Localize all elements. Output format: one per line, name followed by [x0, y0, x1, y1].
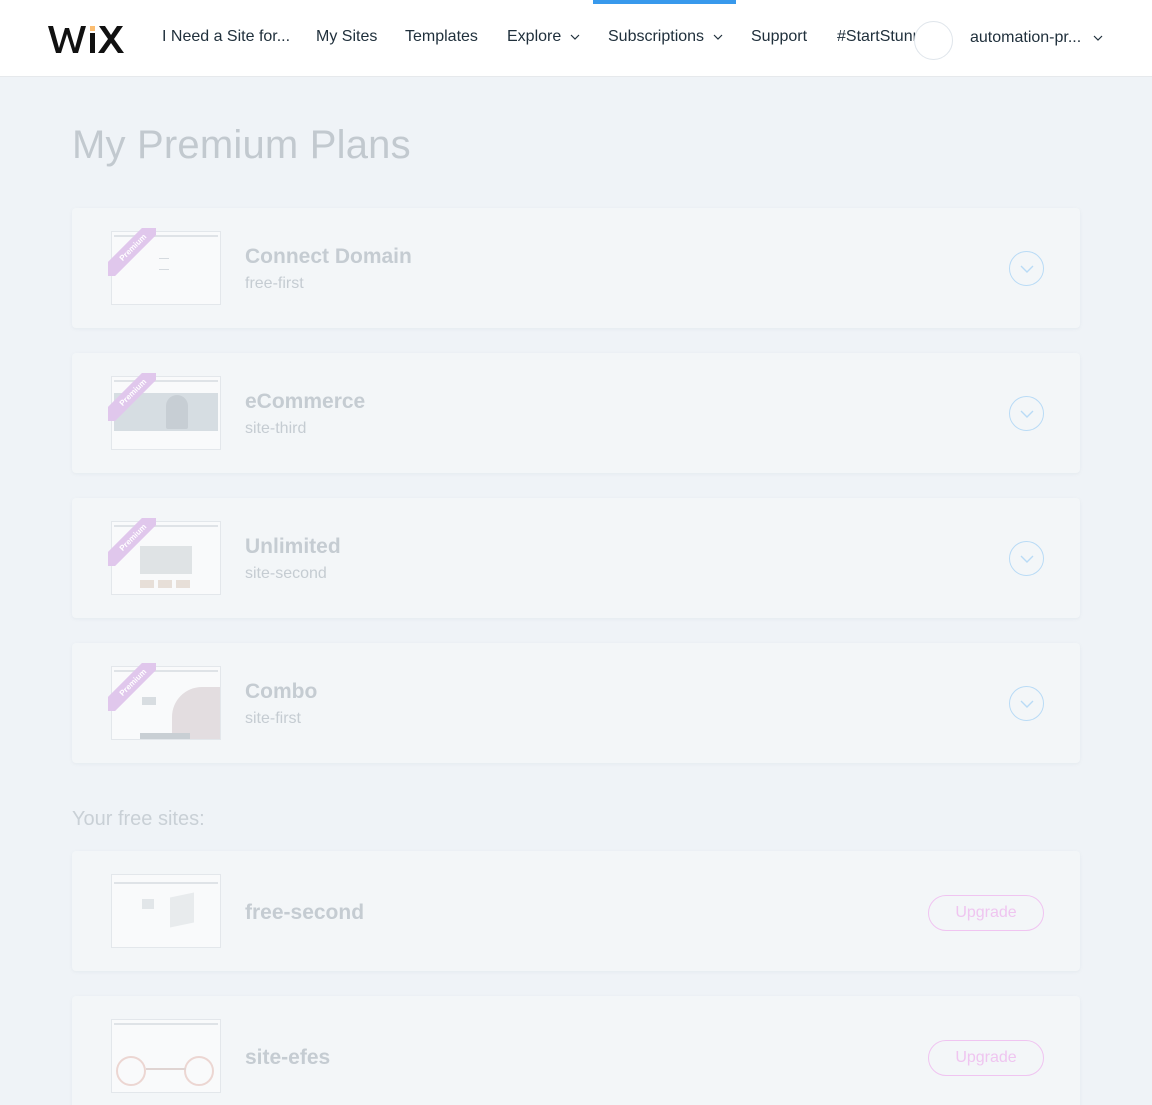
- chevron-down-icon: [570, 34, 580, 40]
- site-name: site-third: [245, 420, 307, 437]
- site-thumbnail: [111, 1019, 221, 1093]
- active-tab-indicator: [593, 0, 736, 4]
- chevron-down-icon: [1020, 410, 1034, 418]
- nav-item-label: Support: [751, 28, 808, 45]
- plan-name: eCommerce: [245, 390, 366, 413]
- premium-plan-card: Premium Connect Domain free-first: [72, 208, 1080, 328]
- nav-item-label: Templates: [405, 28, 478, 45]
- plan-name: Unlimited: [245, 535, 341, 558]
- upgrade-button[interactable]: Upgrade: [928, 895, 1044, 931]
- expand-button[interactable]: [1009, 686, 1044, 721]
- ribbon-label: Premium: [108, 518, 156, 566]
- premium-plan-card: Premium eCommerce site-third: [72, 353, 1080, 473]
- ribbon-label: Premium: [108, 228, 156, 276]
- chevron-down-icon: [1020, 265, 1034, 273]
- free-site-card: site-efes Upgrade: [72, 996, 1080, 1105]
- wix-logo-icon: [48, 26, 124, 53]
- main-content: My Premium Plans Premium Connect Domain …: [0, 77, 1152, 1105]
- chevron-down-icon: [1020, 555, 1034, 563]
- nav-item-my-sites[interactable]: My Sites: [316, 28, 377, 46]
- nav-item-i-need-a-site[interactable]: I Need a Site for...: [162, 28, 290, 46]
- top-navigation-bar: I Need a Site for... My Sites Templates …: [0, 0, 1152, 77]
- avatar[interactable]: [914, 21, 953, 60]
- site-name: free-second: [245, 901, 365, 924]
- page-title: My Premium Plans: [72, 123, 411, 167]
- user-name: automation-pr...: [970, 29, 1082, 46]
- expand-button[interactable]: [1009, 541, 1044, 576]
- nav-item-label: I Need a Site for...: [162, 28, 291, 45]
- site-thumbnail: [111, 874, 221, 948]
- plan-name: Combo: [245, 680, 318, 703]
- wix-logo[interactable]: [48, 22, 124, 56]
- nav-item-label: Explore: [507, 28, 562, 45]
- site-name: free-first: [245, 275, 304, 292]
- site-name: site-second: [245, 565, 327, 582]
- premium-ribbon: Premium: [108, 518, 156, 566]
- expand-button[interactable]: [1009, 396, 1044, 431]
- chevron-down-icon: [713, 34, 723, 40]
- nav-item-templates[interactable]: Templates: [405, 28, 478, 46]
- nav-item-subscriptions[interactable]: Subscriptions: [608, 28, 723, 46]
- user-menu[interactable]: automation-pr...: [970, 29, 1103, 47]
- chevron-down-icon: [1020, 700, 1034, 708]
- premium-ribbon: Premium: [108, 373, 156, 421]
- premium-ribbon: Premium: [108, 663, 156, 711]
- premium-ribbon: Premium: [108, 228, 156, 276]
- premium-plan-card: Premium Unlimited site-second: [72, 498, 1080, 618]
- free-sites-heading: Your free sites:: [72, 808, 205, 830]
- ribbon-label: Premium: [108, 373, 156, 421]
- premium-plan-card: Premium Combo site-first: [72, 643, 1080, 763]
- free-site-card: free-second Upgrade: [72, 851, 1080, 971]
- nav-item-label: Subscriptions: [608, 28, 705, 45]
- nav-item-explore[interactable]: Explore: [507, 28, 580, 46]
- upgrade-button[interactable]: Upgrade: [928, 1040, 1044, 1076]
- nav-item-support[interactable]: Support: [751, 28, 807, 46]
- chevron-down-icon: [1093, 35, 1103, 41]
- expand-button[interactable]: [1009, 251, 1044, 286]
- plan-name: Connect Domain: [245, 245, 412, 268]
- nav-item-label: My Sites: [316, 28, 378, 45]
- ribbon-label: Premium: [108, 663, 156, 711]
- site-name: site-efes: [245, 1046, 331, 1069]
- site-name: site-first: [245, 710, 301, 727]
